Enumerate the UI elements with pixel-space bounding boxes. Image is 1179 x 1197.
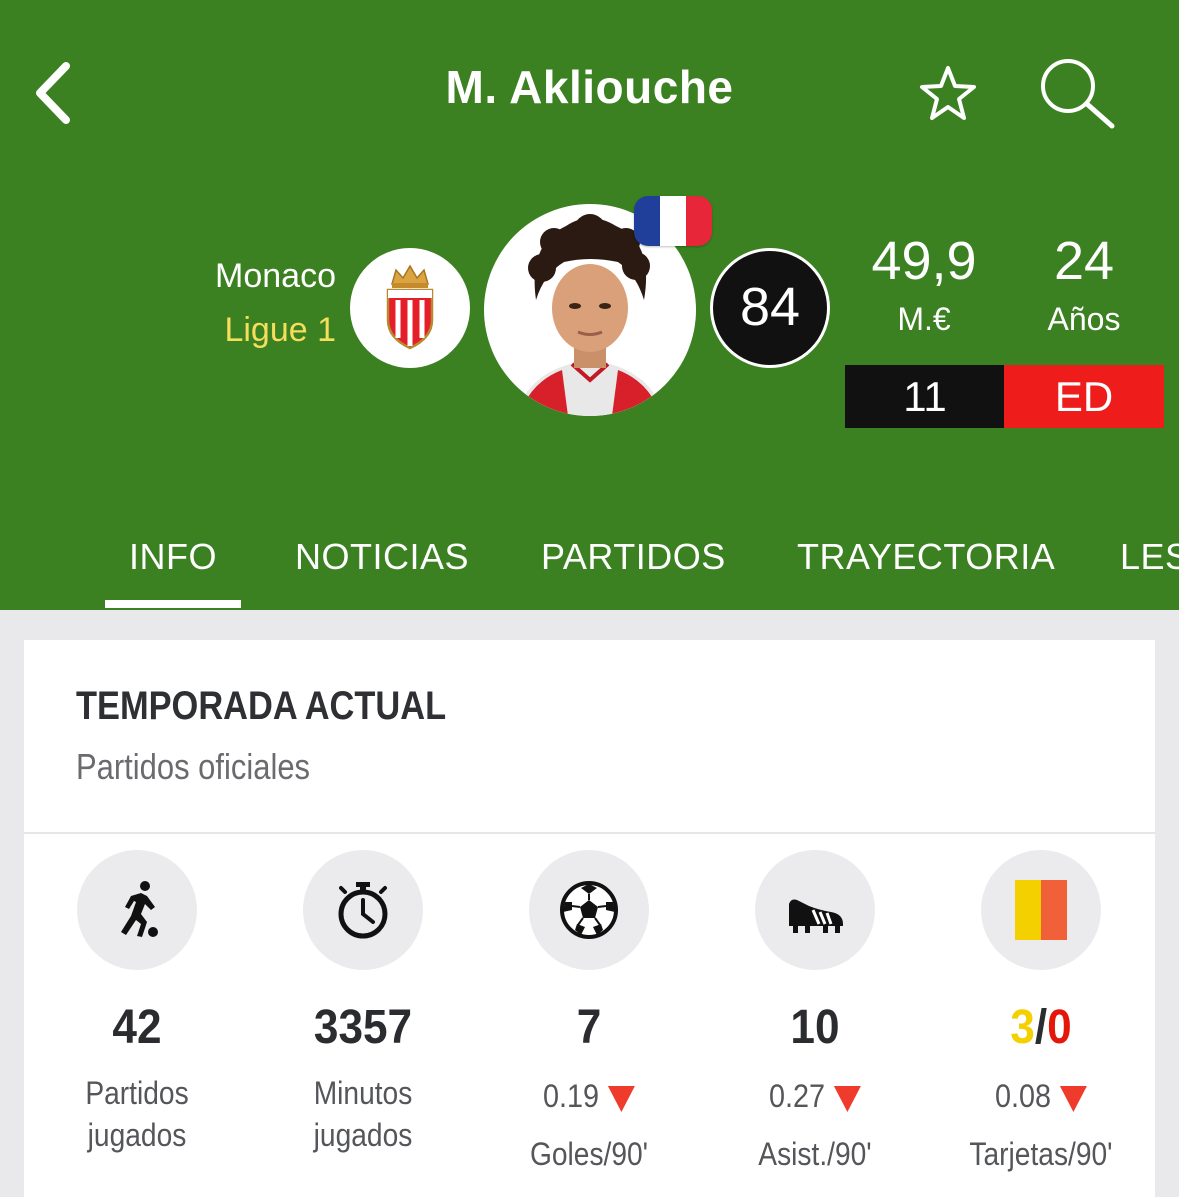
stat-goals[interactable]: 7 0.19 Goles/90' <box>476 850 702 1174</box>
stat-matches-played[interactable]: 42 Partidos jugados <box>24 850 250 1156</box>
club-badge[interactable] <box>350 248 470 368</box>
matches-label-line2: jugados <box>87 1117 187 1153</box>
star-icon <box>920 66 976 120</box>
nationality-flag <box>634 196 712 246</box>
club-crest-icon <box>386 264 434 350</box>
league-name[interactable]: Ligue 1 <box>150 298 336 362</box>
soccer-ball-icon <box>529 850 649 970</box>
page-title: M. Akliouche <box>445 61 734 113</box>
assists-label: Asist./90' <box>758 1136 872 1172</box>
goals-label: Goles/90' <box>529 1136 649 1172</box>
cards-icon <box>981 850 1101 970</box>
cards-rate: 0.08 <box>939 1076 1142 1116</box>
divider <box>24 832 1155 834</box>
assists-rate: 0.27 <box>713 1076 916 1116</box>
matches-value: 42 <box>112 1001 162 1054</box>
tab-trayectoria[interactable]: TRAYECTORIA <box>797 536 1055 578</box>
stat-cards[interactable]: 3/0 0.08 Tarjetas/90' <box>928 850 1154 1174</box>
search-icon <box>1041 59 1115 129</box>
goals-rate: 0.19 <box>487 1076 690 1116</box>
season-stats-card: TEMPORADA ACTUAL Partidos oficiales 42 P… <box>24 640 1155 1197</box>
player-header: M. Akliouche Monaco Ligue 1 84 49,9 M.€ … <box>0 0 1179 610</box>
stat-minutes-played[interactable]: 3357 Minutos jugados <box>250 850 476 1156</box>
tab-bar: INFO NOTICIAS PARTIDOS TRAYECTORIA LES <box>0 530 1179 610</box>
active-tab-indicator <box>105 600 241 608</box>
flag-stripe-white <box>660 196 686 246</box>
trend-down-icon <box>608 1085 636 1112</box>
club-name[interactable]: Monaco <box>150 254 336 298</box>
goals-rate-value: 0.19 <box>542 1078 600 1114</box>
goals-value: 7 <box>576 1001 602 1054</box>
market-value-number: 49,9 <box>871 231 977 291</box>
football-boot-icon <box>755 850 875 970</box>
matches-label-line1: Partidos <box>85 1075 189 1111</box>
jersey-number: 11 <box>845 365 1005 428</box>
assists-rate-value: 0.27 <box>768 1078 826 1114</box>
cards-label: Tarjetas/90' <box>969 1136 1113 1172</box>
red-cards-value: 0 <box>1047 1001 1072 1054</box>
market-value-unit: M.€ <box>897 301 951 337</box>
age-number: 24 <box>1053 231 1115 291</box>
stat-assists[interactable]: 10 0.27 Asist./90' <box>702 850 928 1174</box>
player-dribbling-icon <box>77 850 197 970</box>
trend-down-icon <box>834 1085 862 1112</box>
search-button[interactable] <box>1036 56 1118 132</box>
cards-rate-value: 0.08 <box>994 1078 1052 1114</box>
market-value: 49,9 M.€ <box>844 228 1004 344</box>
cards-value: 3/0 <box>937 1000 1145 1056</box>
section-subtitle: Partidos oficiales <box>76 746 311 787</box>
age-unit: Años <box>1047 301 1121 337</box>
assists-value: 10 <box>790 1001 840 1054</box>
tab-noticias[interactable]: NOTICIAS <box>295 536 469 578</box>
section-title: TEMPORADA ACTUAL <box>76 684 447 728</box>
minutes-label: Minutos jugados <box>313 1075 413 1153</box>
stopwatch-icon <box>303 850 423 970</box>
tab-partidos[interactable]: PARTIDOS <box>541 536 726 578</box>
position-badge: ED <box>1004 365 1164 428</box>
trend-down-icon <box>1060 1085 1088 1112</box>
flag-stripe-blue <box>634 196 660 246</box>
club-info[interactable]: Monaco Ligue 1 <box>150 254 336 362</box>
yellow-cards-value: 3 <box>1010 1001 1035 1054</box>
player-age: 24 Años <box>1004 228 1164 344</box>
player-rating: 84 <box>710 248 830 368</box>
tab-lesiones[interactable]: LES <box>1120 536 1179 578</box>
minutes-value: 3357 <box>313 1001 413 1054</box>
flag-stripe-red <box>686 196 712 246</box>
cards-separator: / <box>1034 1001 1048 1054</box>
favorite-button[interactable] <box>916 64 980 124</box>
tab-info[interactable]: INFO <box>129 536 217 578</box>
